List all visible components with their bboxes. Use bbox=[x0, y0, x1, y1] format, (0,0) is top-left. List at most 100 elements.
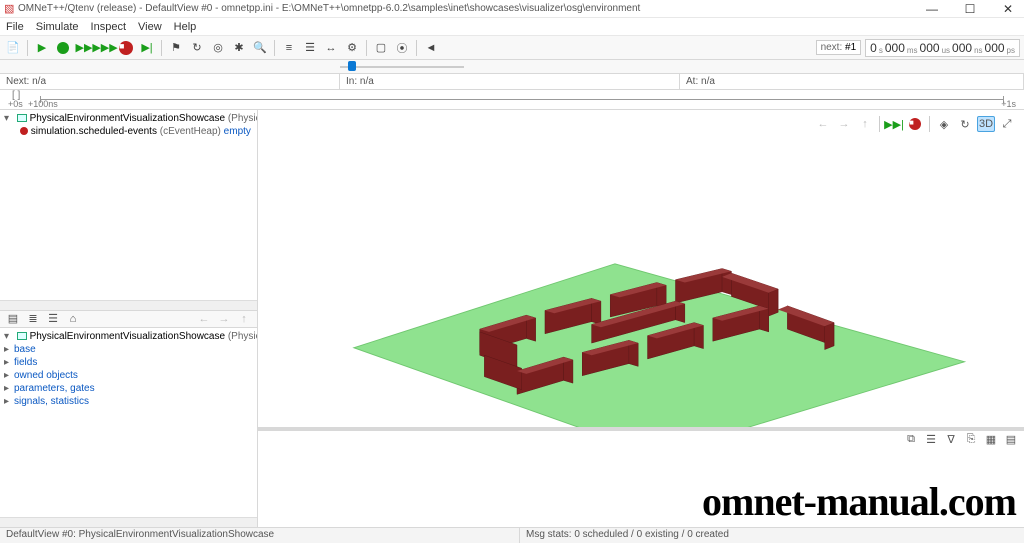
menu-bar: File Simulate Inspect View Help bbox=[0, 18, 1024, 36]
timeline-icon[interactable]: ≡ bbox=[280, 39, 298, 57]
canvas-stop-icon[interactable]: ■ bbox=[906, 116, 924, 132]
inspector-toolbar: ▤ ≣ ☰ ⌂ ← → ↑ bbox=[0, 310, 257, 328]
search-icon[interactable]: 🔍 bbox=[251, 39, 269, 57]
target-icon[interactable]: ◎ bbox=[209, 39, 227, 57]
log-save-icon[interactable]: ⎘ bbox=[964, 433, 978, 446]
main-area: ▾ PhysicalEnvironmentVisualizationShowca… bbox=[0, 110, 1024, 527]
separator bbox=[879, 116, 880, 132]
timeline-end-label: +1s bbox=[1001, 99, 1016, 109]
video-icon[interactable]: ▢ bbox=[372, 39, 390, 57]
app-icon: ▧ bbox=[4, 2, 18, 15]
canvas-zoom-icon[interactable]: ⤢ bbox=[998, 116, 1016, 132]
canvas-forward-icon[interactable]: → bbox=[835, 116, 853, 132]
stop-icon[interactable]: ■ bbox=[117, 39, 135, 57]
timeline-start-label: +0s bbox=[8, 99, 23, 109]
run-until-icon[interactable]: ▶| bbox=[138, 39, 156, 57]
timeline-row[interactable]: [ ] +0s +100ns +1s bbox=[0, 90, 1024, 110]
timeline-log-label: +100ns bbox=[28, 99, 58, 109]
speed-slider-track[interactable] bbox=[340, 66, 464, 68]
log-mode1-icon[interactable]: ▦ bbox=[984, 433, 998, 446]
mode-children-icon[interactable]: ⌂ bbox=[66, 313, 80, 325]
step-icon[interactable]: ▶ bbox=[33, 39, 51, 57]
rebuild-icon[interactable]: ↻ bbox=[188, 39, 206, 57]
next-value: #1 bbox=[845, 42, 856, 53]
log-copy-icon[interactable]: ⧉ bbox=[904, 433, 918, 446]
separator bbox=[366, 40, 367, 56]
speed-down-icon[interactable]: ◄ bbox=[422, 39, 440, 57]
separator bbox=[416, 40, 417, 56]
props-item-owned-objects[interactable]: ▸owned objects bbox=[4, 369, 253, 382]
next-event-cell: Next: n/a bbox=[0, 74, 340, 89]
mode-inherit-icon[interactable]: ≣ bbox=[26, 312, 40, 325]
in-module-cell: In: n/a bbox=[340, 74, 680, 89]
tree-scrollbar[interactable] bbox=[0, 300, 257, 310]
speed-slider-thumb[interactable] bbox=[348, 61, 356, 71]
flag-icon[interactable]: ⚑ bbox=[167, 39, 185, 57]
separator bbox=[27, 40, 28, 56]
animate-icon[interactable]: ↔ bbox=[322, 39, 340, 57]
canvas-3d-icon[interactable]: 3D bbox=[977, 116, 995, 132]
menu-inspect[interactable]: Inspect bbox=[91, 21, 126, 33]
forward-icon[interactable]: → bbox=[217, 313, 231, 325]
mode-grouped-icon[interactable]: ▤ bbox=[6, 312, 20, 325]
up-icon[interactable]: ↑ bbox=[237, 313, 251, 325]
settings-icon[interactable]: ⚙ bbox=[343, 39, 361, 57]
express-icon[interactable]: ▶▶▶ bbox=[96, 39, 114, 57]
status-right: Msg stats: 0 scheduled / 0 existing / 0 … bbox=[520, 528, 1024, 543]
props-item-fields[interactable]: ▸fields bbox=[4, 356, 253, 369]
log-find-icon[interactable]: ☰ bbox=[924, 433, 938, 446]
back-icon[interactable]: ← bbox=[197, 313, 211, 325]
menu-file[interactable]: File bbox=[6, 21, 24, 33]
log-mode2-icon[interactable]: ▤ bbox=[1004, 433, 1018, 446]
simulation-time-box: 0s 000ms 000us 000ns 000ps bbox=[865, 39, 1020, 57]
separator bbox=[929, 116, 930, 132]
log-filter-icon[interactable]: ∇ bbox=[944, 433, 958, 446]
record-icon[interactable]: ⦿ bbox=[393, 39, 411, 57]
separator bbox=[274, 40, 275, 56]
canvas-back-icon[interactable]: ← bbox=[814, 116, 832, 132]
props-item-base[interactable]: ▸base bbox=[4, 343, 253, 356]
menu-help[interactable]: Help bbox=[174, 21, 197, 33]
object-tree-panel[interactable]: ▾ PhysicalEnvironmentVisualizationShowca… bbox=[0, 110, 257, 300]
new-config-icon[interactable]: 📄 bbox=[4, 39, 22, 57]
canvas-up-icon[interactable]: ↑ bbox=[856, 116, 874, 132]
run-icon[interactable] bbox=[54, 39, 72, 57]
list-icon[interactable]: ☰ bbox=[301, 39, 319, 57]
next-label: next: bbox=[821, 42, 843, 53]
props-item-signals-statistics[interactable]: ▸signals, statistics bbox=[4, 395, 253, 408]
window-title: OMNeT++/Qtenv (release) - DefaultView #0… bbox=[18, 3, 920, 14]
next-event-box: next: #1 bbox=[816, 40, 862, 55]
left-sidebar: ▾ PhysicalEnvironmentVisualizationShowca… bbox=[0, 110, 258, 527]
event-heap-icon bbox=[20, 127, 28, 135]
find-icon[interactable]: ✱ bbox=[230, 39, 248, 57]
timeline-bar bbox=[40, 99, 1004, 100]
main-toolbar: 📄 ▶ ▶▶ ▶▶▶ ■ ▶| ⚑ ↻ ◎ ✱ 🔍 ≡ ☰ ↔ ⚙ ▢ ⦿ ◄ … bbox=[0, 36, 1024, 60]
canvas-run-icon[interactable]: ▶▶| bbox=[885, 116, 903, 132]
network-canvas[interactable]: ← → ↑ ▶▶| ■ ◈ ↻ 3D ⤢ bbox=[258, 110, 1024, 427]
title-bar: ▧ OMNeT++/Qtenv (release) - DefaultView … bbox=[0, 0, 1024, 18]
network-icon bbox=[17, 114, 27, 122]
canvas-refresh-icon[interactable]: ↻ bbox=[956, 116, 974, 132]
props-scrollbar[interactable] bbox=[0, 517, 257, 527]
mode-flat-icon[interactable]: ☰ bbox=[46, 312, 60, 325]
log-panel[interactable]: ⧉ ☰ ∇ ⎘ ▦ ▤ bbox=[258, 427, 1024, 527]
menu-simulate[interactable]: Simulate bbox=[36, 21, 79, 33]
canvas-toolbar: ← → ↑ ▶▶| ■ ◈ ↻ 3D ⤢ bbox=[812, 114, 1018, 134]
log-toolbar: ⧉ ☰ ∇ ⎘ ▦ ▤ bbox=[904, 433, 1018, 446]
props-item-parameters-gates[interactable]: ▸parameters, gates bbox=[4, 382, 253, 395]
tree-root[interactable]: ▾ PhysicalEnvironmentVisualizationShowca… bbox=[4, 112, 253, 125]
props-root[interactable]: ▾ PhysicalEnvironmentVisualizationShowca… bbox=[4, 330, 253, 343]
properties-panel[interactable]: ▾ PhysicalEnvironmentVisualizationShowca… bbox=[0, 328, 257, 518]
speed-slider-row bbox=[0, 60, 1024, 74]
close-button[interactable]: ✕ bbox=[996, 2, 1020, 16]
menu-view[interactable]: View bbox=[138, 21, 162, 33]
window-controls: — ☐ ✕ bbox=[920, 2, 1020, 16]
tree-scheduled-events[interactable]: simulation.scheduled-events (cEventHeap)… bbox=[4, 125, 253, 138]
fast-icon[interactable]: ▶▶ bbox=[75, 39, 93, 57]
maximize-button[interactable]: ☐ bbox=[958, 2, 982, 16]
canvas-relayout-icon[interactable]: ◈ bbox=[935, 116, 953, 132]
status-left: DefaultView #0: PhysicalEnvironmentVisua… bbox=[0, 528, 520, 543]
minimize-button[interactable]: — bbox=[920, 2, 944, 16]
at-time-cell: At: n/a bbox=[680, 74, 1024, 89]
separator bbox=[161, 40, 162, 56]
